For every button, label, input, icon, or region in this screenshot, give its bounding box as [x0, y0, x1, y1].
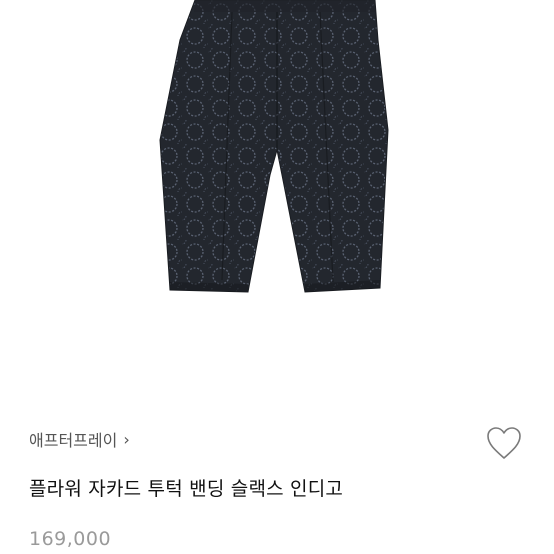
pants-illustration	[159, 0, 389, 293]
brand-link[interactable]: 애프터프레이 ›	[29, 427, 130, 451]
product-price: 169,000	[29, 528, 112, 550]
chevron-right-icon: ›	[123, 429, 130, 449]
heart-outline-icon	[487, 427, 521, 459]
wishlist-button[interactable]	[485, 425, 523, 461]
product-image[interactable]	[0, 0, 554, 395]
brand-name: 애프터프레이	[29, 431, 118, 450]
product-title: 플라워 자카드 투턱 밴딩 슬랙스 인디고	[29, 478, 344, 500]
